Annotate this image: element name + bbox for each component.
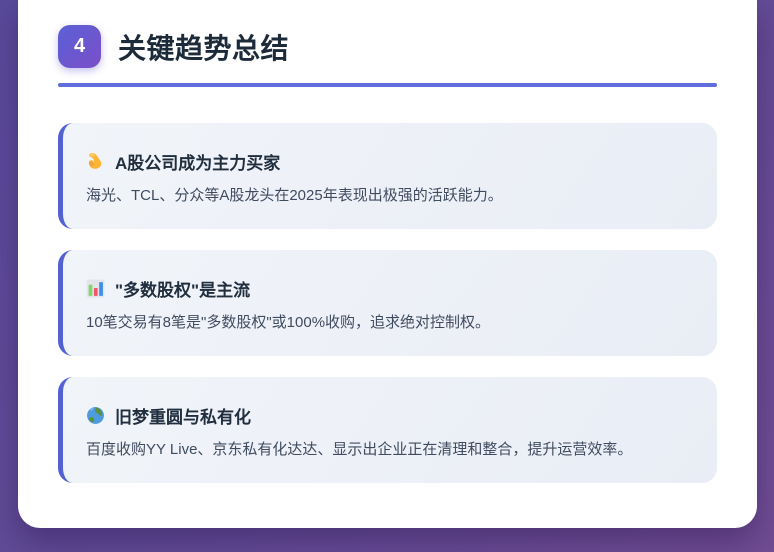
card-body: 百度收购YY Live、京东私有化达达、显示出企业正在清理和整合，提升运营效率。 (86, 441, 633, 458)
trend-card-majority-stake: "多数股权"是主流 10笔交易有8笔是"多数股权"或100%收购，追求绝对控制权… (58, 250, 717, 356)
bar-chart-icon (86, 279, 105, 298)
section-title: 关键趋势总结 (118, 32, 290, 64)
card-title-row: A股公司成为主力买家 (86, 149, 693, 174)
section-number-badge: 4 (58, 25, 101, 68)
trend-card-a-share-buyers: A股公司成为主力买家 海光、TCL、分众等A股龙头在2025年表现出极强的活跃能… (58, 123, 717, 229)
card-title: "多数股权"是主流 (115, 281, 251, 300)
content-sheet: 4 关键趋势总结 A股公司成为主力买家 海光、TCL、分众等A股龙头在2025年 (18, 0, 757, 528)
trend-card-privatization: 旧梦重圆与私有化 百度收购YY Live、京东私有化达达、显示出企业正在清理和整… (58, 377, 717, 483)
card-title: 旧梦重圆与私有化 (115, 408, 251, 427)
card-body: 10笔交易有8笔是"多数股权"或100%收购，追求绝对控制权。 (86, 314, 491, 331)
muscle-icon (86, 152, 105, 171)
trend-cards: A股公司成为主力买家 海光、TCL、分众等A股龙头在2025年表现出极强的活跃能… (58, 123, 717, 483)
card-body: 海光、TCL、分众等A股龙头在2025年表现出极强的活跃能力。 (86, 187, 503, 204)
section-divider (58, 83, 717, 87)
section-header: 4 关键趋势总结 (58, 25, 717, 68)
card-title: A股公司成为主力买家 (115, 154, 281, 173)
section-content: 4 关键趋势总结 A股公司成为主力买家 海光、TCL、分众等A股龙头在2025年 (18, 0, 757, 483)
card-title-row: 旧梦重圆与私有化 (86, 403, 693, 428)
card-title-row: "多数股权"是主流 (86, 276, 693, 301)
globe-icon (86, 406, 105, 425)
